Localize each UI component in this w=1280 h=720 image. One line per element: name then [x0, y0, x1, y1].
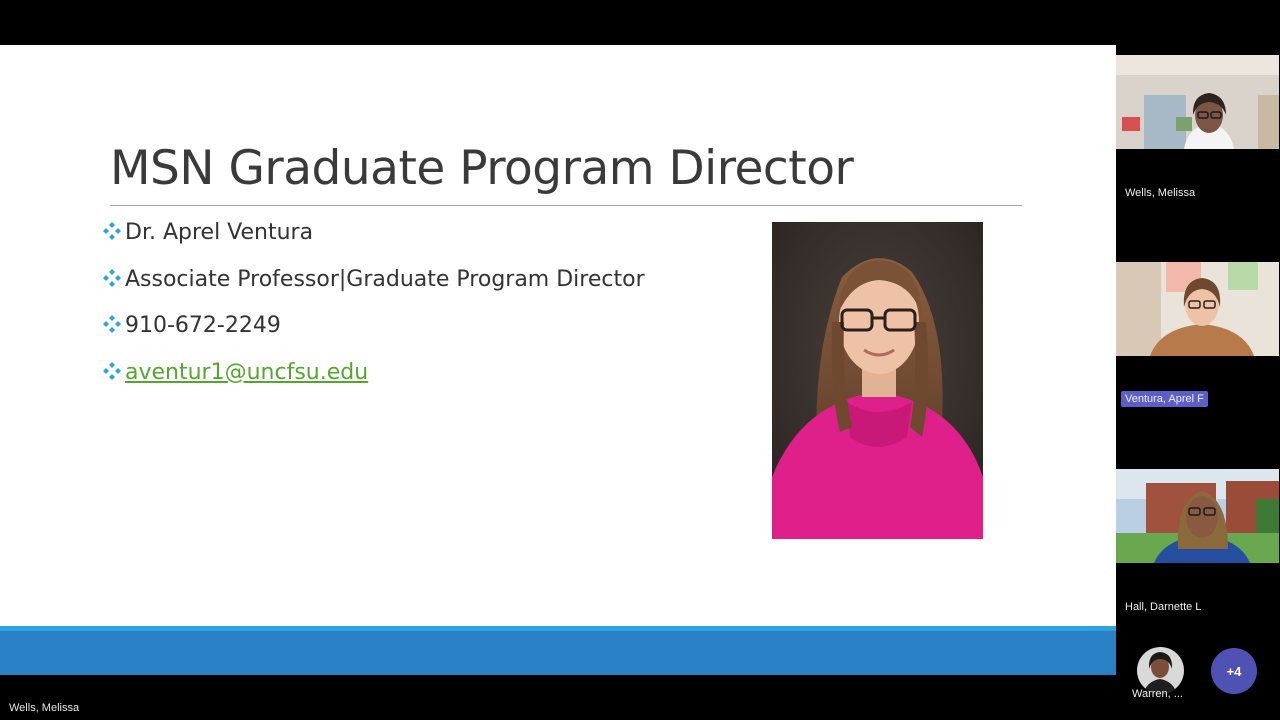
diamond-bullet-icon: [102, 314, 122, 334]
presenter-name-label: Wells, Melissa: [9, 702, 80, 714]
bullet-list: Dr. Aprel Ventura Associate Professor|Gr…: [102, 215, 645, 401]
participant-gallery: Wells, Melissa Ventura, Aprel F Hall, Da…: [1116, 0, 1280, 720]
director-portrait-photo: [772, 222, 983, 539]
more-participants-button[interactable]: +4: [1211, 648, 1257, 694]
overflow-participant-avatar[interactable]: [1137, 647, 1184, 694]
bullet-title: Associate Professor|Graduate Program Dir…: [102, 262, 645, 309]
footer-band: [0, 631, 1116, 675]
participant-tile-active[interactable]: Ventura, Aprel F: [1116, 262, 1280, 469]
participant-name: Wells, Melissa: [1125, 187, 1196, 199]
bullet-text: Associate Professor|Graduate Program Dir…: [125, 266, 645, 292]
slide-title: MSN Graduate Program Director: [110, 141, 854, 196]
participant-video: [1116, 55, 1279, 149]
participant-tile[interactable]: Hall, Darnette L: [1116, 469, 1280, 676]
bullet-email: aventur1@uncfsu.edu: [102, 355, 645, 402]
participant-tile[interactable]: Wells, Melissa: [1116, 55, 1280, 262]
email-link[interactable]: aventur1@uncfsu.edu: [125, 360, 368, 385]
diamond-bullet-icon: [102, 268, 122, 288]
participant-name: Hall, Darnette L: [1125, 601, 1202, 613]
bullet-phone: 910-672-2249: [102, 308, 645, 355]
bullet-text: 910-672-2249: [125, 313, 281, 338]
diamond-bullet-icon: [102, 221, 122, 241]
bullet-name: Dr. Aprel Ventura: [102, 215, 645, 262]
bullet-text: Dr. Aprel Ventura: [125, 220, 314, 245]
presentation-slide: MSN Graduate Program Director Dr. Aprel …: [0, 45, 1116, 675]
title-divider: [110, 205, 1022, 206]
diamond-bullet-icon: [102, 361, 122, 381]
overflow-participant-name: Warren, ...: [1132, 688, 1183, 700]
participant-name-active: Ventura, Aprel F: [1121, 391, 1208, 407]
participant-video: [1116, 469, 1279, 563]
participant-video: [1116, 262, 1279, 356]
